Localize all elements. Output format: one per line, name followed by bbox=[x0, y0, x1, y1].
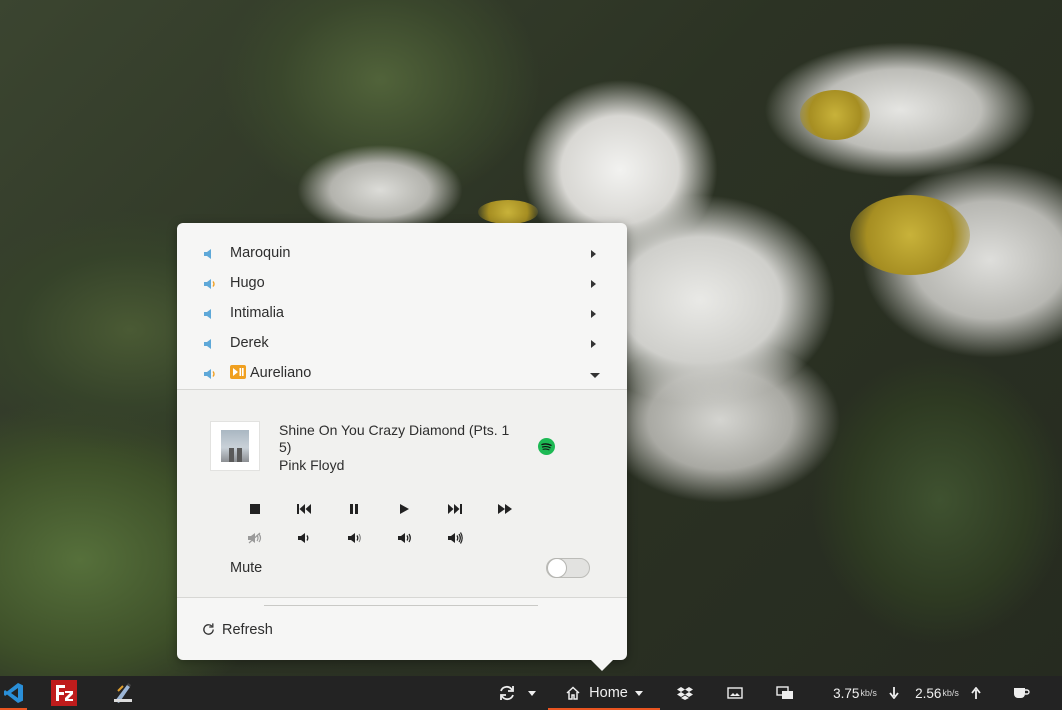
download-speed: 3.75 bbox=[833, 685, 860, 701]
filezilla-icon bbox=[51, 680, 77, 706]
track-artist: Pink Floyd bbox=[279, 457, 345, 473]
net-speed-download[interactable]: 3.75 kb/s bbox=[826, 676, 906, 710]
track-title: Shine On You Crazy Diamond (Pts. 1 5) bbox=[279, 422, 510, 455]
chevron-down-icon bbox=[590, 373, 600, 378]
volume-high-button[interactable] bbox=[394, 528, 416, 548]
mute-toggle[interactable] bbox=[546, 558, 590, 578]
chevron-right-icon bbox=[591, 280, 596, 288]
device-item-intimalia[interactable]: Intimalia bbox=[177, 299, 627, 329]
fast-forward-icon bbox=[498, 504, 512, 514]
home-icon bbox=[566, 686, 580, 700]
vscode-launcher[interactable] bbox=[0, 676, 27, 710]
arrow-up-icon bbox=[971, 687, 981, 699]
fast-forward-button[interactable] bbox=[494, 499, 516, 519]
places-label: Home bbox=[589, 685, 628, 701]
pause-button[interactable] bbox=[343, 499, 365, 519]
device-list: Maroquin Hugo Intimalia Derek Aureliano bbox=[177, 239, 627, 389]
chevron-down-icon bbox=[634, 690, 643, 696]
spotify-icon bbox=[538, 438, 555, 455]
filezilla-launcher[interactable] bbox=[49, 676, 79, 710]
toggle-knob bbox=[547, 558, 567, 578]
volume-muted-button[interactable] bbox=[244, 528, 266, 548]
refresh-icon bbox=[203, 623, 214, 635]
play-button[interactable] bbox=[393, 499, 415, 519]
separator bbox=[264, 605, 538, 606]
volume-muted-icon bbox=[248, 532, 262, 544]
coffee-cup-icon bbox=[1014, 688, 1030, 698]
chevron-right-icon bbox=[591, 310, 596, 318]
pause-icon bbox=[350, 504, 358, 514]
image-icon bbox=[727, 687, 743, 699]
windows-icon bbox=[776, 686, 793, 699]
net-speed-upload[interactable]: 2.56 kb/s bbox=[908, 676, 988, 710]
volume-low-button[interactable] bbox=[294, 528, 316, 548]
album-art bbox=[211, 422, 259, 470]
stop-icon bbox=[250, 504, 260, 514]
volume-low-icon bbox=[298, 533, 309, 543]
previous-button[interactable] bbox=[293, 499, 315, 519]
sync-indicator[interactable] bbox=[494, 676, 540, 710]
chevron-right-icon bbox=[591, 340, 596, 348]
workspaces-indicator[interactable] bbox=[774, 676, 796, 710]
device-item-maroquin[interactable]: Maroquin bbox=[177, 239, 627, 269]
speaker-icon bbox=[204, 309, 211, 319]
upload-unit: kb/s bbox=[942, 688, 959, 698]
volume-max-icon bbox=[448, 532, 463, 544]
next-button[interactable] bbox=[444, 499, 466, 519]
next-icon bbox=[448, 504, 462, 514]
device-item-derek[interactable]: Derek bbox=[177, 329, 627, 359]
media-player-section: Shine On You Crazy Diamond (Pts. 1 5) Pi… bbox=[177, 390, 627, 597]
chevron-down-icon bbox=[528, 690, 536, 696]
download-unit: kb/s bbox=[860, 688, 877, 698]
volume-high-icon bbox=[398, 533, 411, 543]
volume-medium-button[interactable] bbox=[344, 528, 366, 548]
volume-medium-icon bbox=[348, 533, 361, 543]
places-menu-button[interactable]: Home bbox=[548, 676, 660, 710]
taskbar: Home 3.75 kb/s 2.56 kb/s bbox=[0, 676, 1062, 710]
sync-icon bbox=[500, 685, 514, 701]
volume-max-button[interactable] bbox=[444, 528, 466, 548]
vscode-icon bbox=[3, 683, 23, 703]
upload-speed: 2.56 bbox=[915, 685, 942, 701]
previous-icon bbox=[297, 504, 311, 514]
screenshot-indicator[interactable] bbox=[724, 676, 746, 710]
mute-label: Mute bbox=[230, 560, 263, 576]
speaker-icon bbox=[204, 249, 211, 259]
play-icon bbox=[400, 504, 409, 514]
chevron-right-icon bbox=[591, 250, 596, 258]
stop-button[interactable] bbox=[244, 499, 266, 519]
text-editor-icon bbox=[114, 683, 132, 703]
refresh-button[interactable]: Refresh bbox=[177, 615, 627, 645]
dropbox-indicator[interactable] bbox=[674, 676, 696, 710]
arrow-down-icon bbox=[889, 687, 899, 699]
device-item-aureliano[interactable]: Aureliano bbox=[177, 359, 627, 389]
popup-arrow bbox=[590, 659, 614, 671]
sound-menu-popup: Maroquin Hugo Intimalia Derek Aureliano bbox=[177, 223, 627, 660]
speaker-icon bbox=[204, 369, 215, 379]
device-item-hugo[interactable]: Hugo bbox=[177, 269, 627, 299]
text-editor-launcher[interactable] bbox=[108, 676, 138, 710]
device-label-aureliano: Aureliano bbox=[250, 365, 312, 381]
speaker-icon bbox=[204, 279, 215, 289]
divider bbox=[177, 597, 627, 598]
play-pause-icon bbox=[230, 365, 246, 379]
dropbox-icon bbox=[677, 687, 693, 700]
speaker-icon bbox=[204, 339, 211, 349]
caffeine-indicator[interactable] bbox=[1010, 676, 1032, 710]
